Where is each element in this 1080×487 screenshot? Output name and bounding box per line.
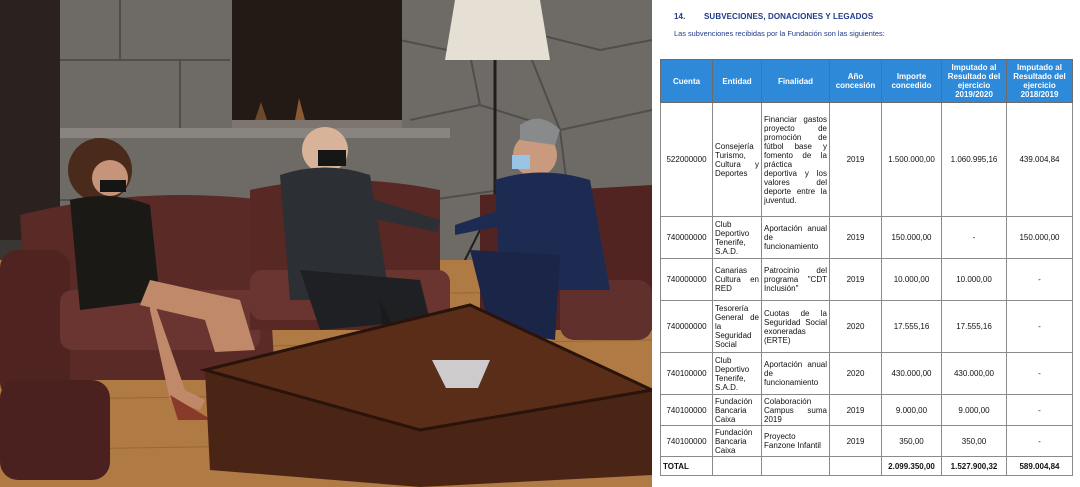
cell-entidad: Consejería Turismo, Cultura y Deportes (712, 102, 762, 217)
cell-imputado-2020: 17.555,16 (941, 300, 1007, 353)
cell-entidad: Fundación Bancaria Caixa (712, 394, 762, 426)
cell-importe: 350,00 (881, 425, 942, 457)
subsidies-table: Cuenta Entidad Finalidad Año concesión I… (660, 59, 1073, 476)
cell-importe: 1.500.000,00 (881, 102, 942, 217)
cell-imputado-2019: 150.000,00 (1006, 216, 1073, 259)
cell-imputado-2020: - (941, 216, 1007, 259)
table-row: 740100000 Fundación Bancaria Caixa Colab… (660, 394, 1073, 426)
document-panel: 14. SUBVECIONES, DONACIONES Y LEGADOS Las… (652, 0, 1080, 487)
cell-importe: 10.000,00 (881, 258, 942, 301)
table-row: 740000000 Canarias Cultura en RED Patroc… (660, 258, 1073, 301)
cell-ano: 2020 (829, 352, 882, 395)
cell-finalidad: Patrocinio del programa "CDT Inclusión" (761, 258, 830, 301)
total-label: TOTAL (660, 456, 713, 476)
cell-imputado-2019: - (1006, 394, 1073, 426)
table-row: 740100000 Fundación Bancaria Caixa Proye… (660, 425, 1073, 457)
cell-importe: 9.000,00 (881, 394, 942, 426)
cell-imputado-2020: 9.000,00 (941, 394, 1007, 426)
cell-imputado-2020: 1.060.995,16 (941, 102, 1007, 217)
cell-cuenta: 740000000 (660, 258, 713, 301)
cell-entidad: Tesorería General de la Seguridad Social (712, 300, 762, 353)
cell-cuenta: 740100000 (660, 352, 713, 395)
cell-finalidad: Financiar gastos proyecto de promoción d… (761, 102, 830, 217)
table-header-row: Cuenta Entidad Finalidad Año concesión I… (660, 59, 1073, 103)
total-empty-finalidad (761, 456, 830, 476)
section-number: 14. (674, 12, 686, 21)
total-empty-ano (829, 456, 882, 476)
cell-imputado-2020: 10.000,00 (941, 258, 1007, 301)
table-row: 740100000 Club Deportivo Tenerife, S.A.D… (660, 352, 1073, 395)
section-intro: Las subvenciones recibidas por la Fundac… (674, 29, 885, 38)
table-row: 740000000 Club Deportivo Tenerife, S.A.D… (660, 216, 1073, 259)
cell-importe: 150.000,00 (881, 216, 942, 259)
cell-imputado-2019: - (1006, 300, 1073, 353)
cell-finalidad: Aportación anual de funcionamiento (761, 216, 830, 259)
section-title: SUBVECIONES, DONACIONES Y LEGADOS (704, 12, 874, 21)
cell-entidad: Club Deportivo Tenerife, S.A.D. (712, 352, 762, 395)
cell-finalidad: Proyecto Fanzone Infantil (761, 425, 830, 457)
table-row: 740000000 Tesorería General de la Seguri… (660, 300, 1073, 353)
cell-ano: 2019 (829, 425, 882, 457)
section-heading: 14. SUBVECIONES, DONACIONES Y LEGADOS (674, 12, 873, 21)
col-ano: Año concesión (829, 59, 882, 103)
cell-finalidad: Cuotas de la Seguridad Social exoneradas… (761, 300, 830, 353)
cell-ano: 2019 (829, 394, 882, 426)
col-importe: Importe concedido (881, 59, 942, 103)
cell-imputado-2020: 350,00 (941, 425, 1007, 457)
cell-ano: 2020 (829, 300, 882, 353)
col-imputado-2020: Imputado al Resultado del ejercicio 2019… (941, 59, 1007, 103)
cell-entidad: Canarias Cultura en RED (712, 258, 762, 301)
col-imputado-2019: Imputado al Resultado del ejercicio 2018… (1006, 59, 1073, 103)
cell-importe: 430.000,00 (881, 352, 942, 395)
cell-cuenta: 740000000 (660, 216, 713, 259)
cell-imputado-2019: - (1006, 352, 1073, 395)
cell-ano: 2019 (829, 216, 882, 259)
meeting-photo (0, 0, 652, 487)
cell-imputado-2019: 439.004,84 (1006, 102, 1073, 217)
col-finalidad: Finalidad (761, 59, 830, 103)
col-entidad: Entidad (712, 59, 762, 103)
table-total-row: TOTAL 2.099.350,00 1.527.900,32 589.004,… (660, 456, 1073, 476)
total-importe: 2.099.350,00 (881, 456, 942, 476)
cell-imputado-2019: - (1006, 425, 1073, 457)
cell-ano: 2019 (829, 102, 882, 217)
table-row: 522000000 Consejería Turismo, Cultura y … (660, 102, 1073, 217)
cell-entidad: Club Deportivo Tenerife, S.A.D. (712, 216, 762, 259)
cell-finalidad: Aportación anual de funcionamiento (761, 352, 830, 395)
cell-cuenta: 740100000 (660, 394, 713, 426)
total-imputado-2020: 1.527.900,32 (941, 456, 1007, 476)
cell-imputado-2020: 430.000,00 (941, 352, 1007, 395)
total-imputado-2019: 589.004,84 (1006, 456, 1073, 476)
col-cuenta: Cuenta (660, 59, 713, 103)
cell-imputado-2019: - (1006, 258, 1073, 301)
cell-ano: 2019 (829, 258, 882, 301)
total-empty-entidad (712, 456, 762, 476)
cell-cuenta: 740000000 (660, 300, 713, 353)
cell-entidad: Fundación Bancaria Caixa (712, 425, 762, 457)
cell-finalidad: Colaboración Campus suma 2019 (761, 394, 830, 426)
cell-cuenta: 740100000 (660, 425, 713, 457)
cell-importe: 17.555,16 (881, 300, 942, 353)
cell-cuenta: 522000000 (660, 102, 713, 217)
